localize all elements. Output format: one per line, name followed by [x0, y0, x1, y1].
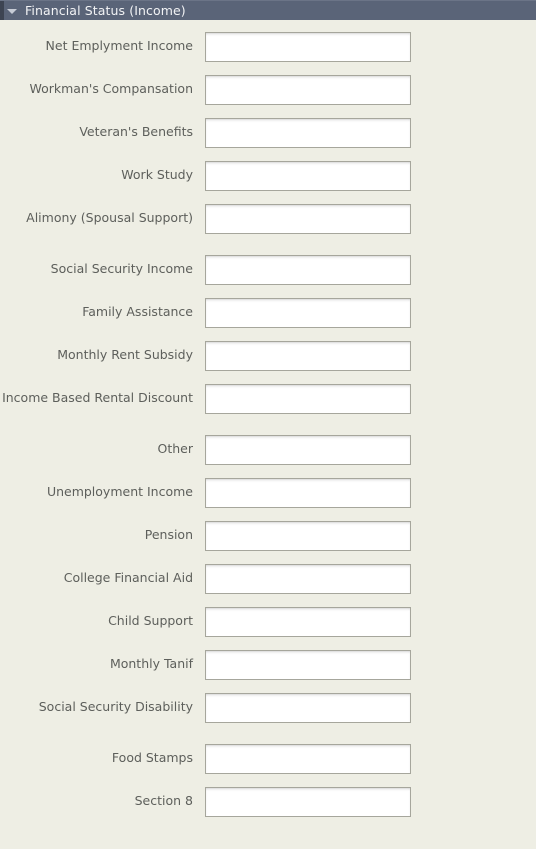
- field-input-wrapper: [205, 202, 411, 234]
- field-label: Family Assistance: [82, 304, 193, 319]
- field-input[interactable]: [205, 787, 411, 817]
- field-input[interactable]: [205, 521, 411, 551]
- form-row: Monthly Tanif: [0, 648, 536, 691]
- field-label: Child Support: [108, 613, 193, 628]
- field-input-wrapper: [205, 159, 411, 191]
- field-input-wrapper: [205, 605, 411, 637]
- field-input-wrapper: [205, 433, 411, 465]
- field-label: Social Security Disability: [38, 699, 193, 714]
- field-input-wrapper: [205, 648, 411, 680]
- field-label: Section 8: [134, 793, 193, 808]
- form-row: Section 8: [0, 785, 536, 828]
- field-input[interactable]: [205, 298, 411, 328]
- field-input-wrapper: [205, 253, 411, 285]
- form-row: Work Study: [0, 159, 536, 202]
- form-row: Net Emplyment Income: [0, 30, 536, 73]
- form-row: College Financial Aid: [0, 562, 536, 605]
- chevron-down-icon[interactable]: [7, 5, 18, 16]
- financial-status-income-panel: Financial Status (Income) Net Emplyment …: [0, 0, 536, 849]
- field-input[interactable]: [205, 118, 411, 148]
- form-row: Food Stamps: [0, 742, 536, 785]
- form-row: Pension: [0, 519, 536, 562]
- field-input[interactable]: [205, 744, 411, 774]
- field-input[interactable]: [205, 693, 411, 723]
- field-input[interactable]: [205, 384, 411, 414]
- field-input-wrapper: [205, 785, 411, 817]
- form-row: Family Assistance: [0, 296, 536, 339]
- form-row: Income Based Rental Discount: [0, 382, 536, 433]
- form-row: Other: [0, 433, 536, 476]
- field-input[interactable]: [205, 75, 411, 105]
- field-label: College Financial Aid: [63, 570, 193, 585]
- field-input-wrapper: [205, 116, 411, 148]
- field-label: Unemployment Income: [46, 484, 193, 499]
- field-label: Food Stamps: [111, 750, 193, 765]
- field-input[interactable]: [205, 255, 411, 285]
- income-fields-form: Net Emplyment Income Workman's Compansati…: [0, 20, 536, 828]
- form-row: Social Security Disability: [0, 691, 536, 742]
- form-row: Child Support: [0, 605, 536, 648]
- field-input[interactable]: [205, 204, 411, 234]
- field-label: Pension: [144, 527, 193, 542]
- field-input[interactable]: [205, 478, 411, 508]
- field-input-wrapper: [205, 30, 411, 62]
- form-row: Workman's Compansation: [0, 73, 536, 116]
- section-title: Financial Status (Income): [25, 2, 186, 18]
- field-label: Other: [157, 441, 194, 456]
- form-row: Social Security Income: [0, 253, 536, 296]
- field-input[interactable]: [205, 650, 411, 680]
- field-label: Alimony (Spousal Support): [26, 210, 193, 225]
- field-input-wrapper: [205, 382, 411, 414]
- form-row: Alimony (Spousal Support): [0, 202, 536, 253]
- field-label: Monthly Rent Subsidy: [57, 347, 193, 362]
- field-input[interactable]: [205, 161, 411, 191]
- field-label: Net Emplyment Income: [45, 38, 193, 53]
- field-input[interactable]: [205, 32, 411, 62]
- field-label: Workman's Compansation: [29, 81, 193, 96]
- field-input-wrapper: [205, 296, 411, 328]
- field-input-wrapper: [205, 339, 411, 371]
- section-header[interactable]: Financial Status (Income): [0, 0, 536, 20]
- field-label: Social Security Income: [50, 261, 193, 276]
- field-label: Work Study: [121, 167, 193, 182]
- field-input[interactable]: [205, 564, 411, 594]
- field-input-wrapper: [205, 73, 411, 105]
- field-input[interactable]: [205, 607, 411, 637]
- field-input-wrapper: [205, 562, 411, 594]
- form-row: Monthly Rent Subsidy: [0, 339, 536, 382]
- field-input-wrapper: [205, 742, 411, 774]
- field-label: Monthly Tanif: [109, 656, 193, 671]
- field-input[interactable]: [205, 341, 411, 371]
- field-label: Income Based Rental Discount: [2, 390, 193, 405]
- form-row: Veteran's Benefits: [0, 116, 536, 159]
- field-input-wrapper: [205, 691, 411, 723]
- field-input[interactable]: [205, 435, 411, 465]
- form-row: Unemployment Income: [0, 476, 536, 519]
- field-label: Veteran's Benefits: [79, 124, 193, 139]
- field-input-wrapper: [205, 519, 411, 551]
- field-input-wrapper: [205, 476, 411, 508]
